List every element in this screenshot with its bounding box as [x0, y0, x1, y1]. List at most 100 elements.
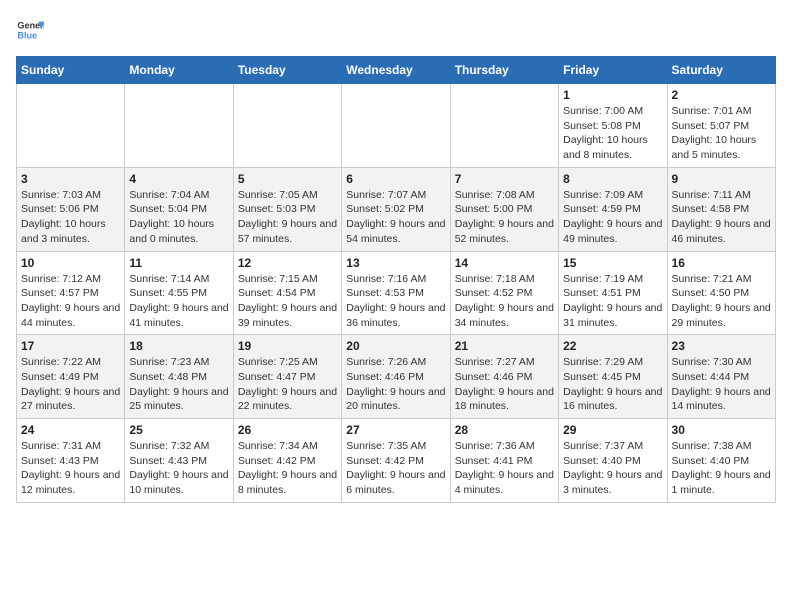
day-number: 16	[672, 256, 771, 270]
calendar-cell: 8 Sunrise: 7:09 AM Sunset: 4:59 PM Daylig…	[559, 167, 667, 251]
day-number: 12	[238, 256, 337, 270]
day-info: Sunrise: 7:03 AM Sunset: 5:06 PM Dayligh…	[21, 188, 120, 247]
day-number: 11	[129, 256, 228, 270]
col-header-friday: Friday	[559, 57, 667, 84]
calendar-cell: 14 Sunrise: 7:18 AM Sunset: 4:52 PM Dayli…	[450, 251, 558, 335]
day-info: Sunrise: 7:38 AM Sunset: 4:40 PM Dayligh…	[672, 439, 771, 498]
day-number: 3	[21, 172, 120, 186]
day-info: Sunrise: 7:36 AM Sunset: 4:41 PM Dayligh…	[455, 439, 554, 498]
day-number: 14	[455, 256, 554, 270]
day-number: 21	[455, 339, 554, 353]
calendar-week-row: 24Sunrise: 7:31 AM Sunset: 4:43 PM Dayli…	[17, 419, 776, 503]
page-header: General Blue	[16, 16, 776, 44]
day-info: Sunrise: 7:31 AM Sunset: 4:43 PM Dayligh…	[21, 439, 120, 498]
col-header-sunday: Sunday	[17, 57, 125, 84]
day-info: Sunrise: 7:32 AM Sunset: 4:43 PM Dayligh…	[129, 439, 228, 498]
day-number: 30	[672, 423, 771, 437]
day-number: 19	[238, 339, 337, 353]
day-info: Sunrise: 7:09 AM Sunset: 4:59 PM Dayligh…	[563, 188, 662, 247]
calendar-cell: 2 Sunrise: 7:01 AM Sunset: 5:07 PM Daylig…	[667, 84, 775, 168]
day-info: Sunrise: 7:25 AM Sunset: 4:47 PM Dayligh…	[238, 355, 337, 414]
day-number: 8	[563, 172, 662, 186]
day-number: 2	[672, 88, 771, 102]
calendar-cell: 20 Sunrise: 7:26 AM Sunset: 4:46 PM Dayli…	[342, 335, 450, 419]
day-info: Sunrise: 7:01 AM Sunset: 5:07 PM Dayligh…	[672, 104, 771, 163]
calendar-cell: 16 Sunrise: 7:21 AM Sunset: 4:50 PM Dayli…	[667, 251, 775, 335]
calendar-header-row: SundayMondayTuesdayWednesdayThursdayFrid…	[17, 57, 776, 84]
calendar-cell: 19 Sunrise: 7:25 AM Sunset: 4:47 PM Dayli…	[233, 335, 341, 419]
day-info: Sunrise: 7:35 AM Sunset: 4:42 PM Dayligh…	[346, 439, 445, 498]
calendar-week-row: 10 Sunrise: 7:12 AM Sunset: 4:57 PM Dayli…	[17, 251, 776, 335]
calendar-table: SundayMondayTuesdayWednesdayThursdayFrid…	[16, 56, 776, 503]
calendar-cell: 1 Sunrise: 7:00 AM Sunset: 5:08 PM Daylig…	[559, 84, 667, 168]
day-info: Sunrise: 7:07 AM Sunset: 5:02 PM Dayligh…	[346, 188, 445, 247]
col-header-monday: Monday	[125, 57, 233, 84]
calendar-cell: 7 Sunrise: 7:08 AM Sunset: 5:00 PM Daylig…	[450, 167, 558, 251]
calendar-cell: 15Sunrise: 7:19 AM Sunset: 4:51 PM Dayli…	[559, 251, 667, 335]
col-header-tuesday: Tuesday	[233, 57, 341, 84]
calendar-cell: 11 Sunrise: 7:14 AM Sunset: 4:55 PM Dayli…	[125, 251, 233, 335]
day-info: Sunrise: 7:08 AM Sunset: 5:00 PM Dayligh…	[455, 188, 554, 247]
calendar-cell	[125, 84, 233, 168]
calendar-cell: 25 Sunrise: 7:32 AM Sunset: 4:43 PM Dayli…	[125, 419, 233, 503]
calendar-cell: 9Sunrise: 7:11 AM Sunset: 4:58 PM Daylig…	[667, 167, 775, 251]
col-header-thursday: Thursday	[450, 57, 558, 84]
day-number: 4	[129, 172, 228, 186]
calendar-week-row: 17 Sunrise: 7:22 AM Sunset: 4:49 PM Dayli…	[17, 335, 776, 419]
day-number: 17	[21, 339, 120, 353]
calendar-cell	[342, 84, 450, 168]
day-number: 10	[21, 256, 120, 270]
calendar-cell: 18 Sunrise: 7:23 AM Sunset: 4:48 PM Dayli…	[125, 335, 233, 419]
day-info: Sunrise: 7:18 AM Sunset: 4:52 PM Dayligh…	[455, 272, 554, 331]
day-number: 28	[455, 423, 554, 437]
day-number: 5	[238, 172, 337, 186]
calendar-week-row: 1 Sunrise: 7:00 AM Sunset: 5:08 PM Daylig…	[17, 84, 776, 168]
day-number: 1	[563, 88, 662, 102]
calendar-cell: 10 Sunrise: 7:12 AM Sunset: 4:57 PM Dayli…	[17, 251, 125, 335]
col-header-saturday: Saturday	[667, 57, 775, 84]
calendar-cell: 30 Sunrise: 7:38 AM Sunset: 4:40 PM Dayli…	[667, 419, 775, 503]
day-number: 26	[238, 423, 337, 437]
day-info: Sunrise: 7:34 AM Sunset: 4:42 PM Dayligh…	[238, 439, 337, 498]
calendar-cell: 12 Sunrise: 7:15 AM Sunset: 4:54 PM Dayli…	[233, 251, 341, 335]
day-info: Sunrise: 7:19 AM Sunset: 4:51 PM Dayligh…	[563, 272, 662, 331]
calendar-cell: 6Sunrise: 7:07 AM Sunset: 5:02 PM Daylig…	[342, 167, 450, 251]
calendar-cell: 5 Sunrise: 7:05 AM Sunset: 5:03 PM Daylig…	[233, 167, 341, 251]
day-number: 7	[455, 172, 554, 186]
calendar-cell: 13 Sunrise: 7:16 AM Sunset: 4:53 PM Dayli…	[342, 251, 450, 335]
day-number: 29	[563, 423, 662, 437]
day-number: 20	[346, 339, 445, 353]
day-info: Sunrise: 7:21 AM Sunset: 4:50 PM Dayligh…	[672, 272, 771, 331]
calendar-cell: 22 Sunrise: 7:29 AM Sunset: 4:45 PM Dayli…	[559, 335, 667, 419]
calendar-cell	[233, 84, 341, 168]
svg-text:Blue: Blue	[17, 30, 37, 40]
day-info: Sunrise: 7:23 AM Sunset: 4:48 PM Dayligh…	[129, 355, 228, 414]
day-info: Sunrise: 7:37 AM Sunset: 4:40 PM Dayligh…	[563, 439, 662, 498]
col-header-wednesday: Wednesday	[342, 57, 450, 84]
day-number: 22	[563, 339, 662, 353]
day-info: Sunrise: 7:26 AM Sunset: 4:46 PM Dayligh…	[346, 355, 445, 414]
day-info: Sunrise: 7:30 AM Sunset: 4:44 PM Dayligh…	[672, 355, 771, 414]
day-info: Sunrise: 7:04 AM Sunset: 5:04 PM Dayligh…	[129, 188, 228, 247]
day-info: Sunrise: 7:05 AM Sunset: 5:03 PM Dayligh…	[238, 188, 337, 247]
day-info: Sunrise: 7:14 AM Sunset: 4:55 PM Dayligh…	[129, 272, 228, 331]
calendar-cell: 23 Sunrise: 7:30 AM Sunset: 4:44 PM Dayli…	[667, 335, 775, 419]
day-number: 18	[129, 339, 228, 353]
day-info: Sunrise: 7:29 AM Sunset: 4:45 PM Dayligh…	[563, 355, 662, 414]
calendar-cell: 3 Sunrise: 7:03 AM Sunset: 5:06 PM Daylig…	[17, 167, 125, 251]
calendar-week-row: 3 Sunrise: 7:03 AM Sunset: 5:06 PM Daylig…	[17, 167, 776, 251]
calendar-cell: 4 Sunrise: 7:04 AM Sunset: 5:04 PM Daylig…	[125, 167, 233, 251]
day-info: Sunrise: 7:15 AM Sunset: 4:54 PM Dayligh…	[238, 272, 337, 331]
day-info: Sunrise: 7:16 AM Sunset: 4:53 PM Dayligh…	[346, 272, 445, 331]
calendar-cell: 28 Sunrise: 7:36 AM Sunset: 4:41 PM Dayli…	[450, 419, 558, 503]
calendar-cell	[450, 84, 558, 168]
day-info: Sunrise: 7:00 AM Sunset: 5:08 PM Dayligh…	[563, 104, 662, 163]
calendar-cell: 21Sunrise: 7:27 AM Sunset: 4:46 PM Dayli…	[450, 335, 558, 419]
day-number: 13	[346, 256, 445, 270]
day-number: 25	[129, 423, 228, 437]
day-info: Sunrise: 7:12 AM Sunset: 4:57 PM Dayligh…	[21, 272, 120, 331]
day-info: Sunrise: 7:22 AM Sunset: 4:49 PM Dayligh…	[21, 355, 120, 414]
day-number: 27	[346, 423, 445, 437]
calendar-cell: 24Sunrise: 7:31 AM Sunset: 4:43 PM Dayli…	[17, 419, 125, 503]
day-number: 23	[672, 339, 771, 353]
